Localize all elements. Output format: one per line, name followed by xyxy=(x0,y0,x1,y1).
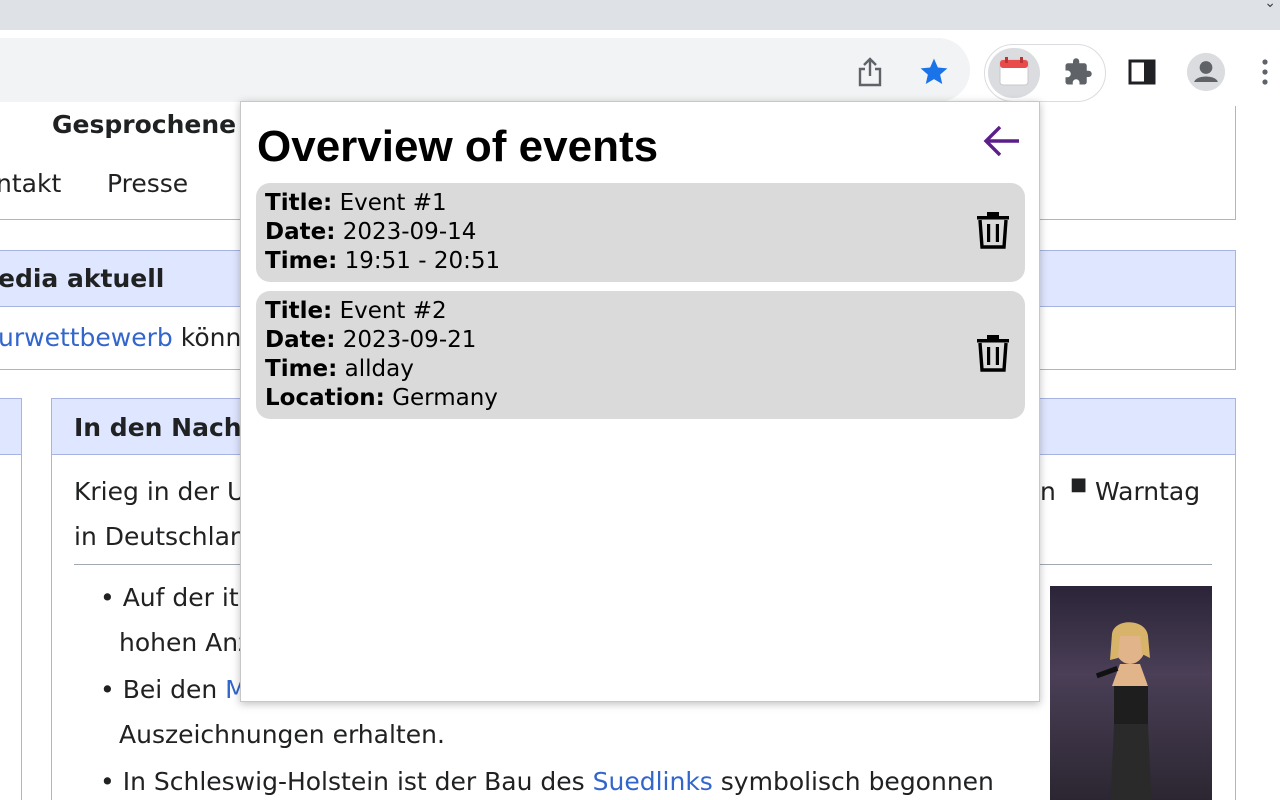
side-panel-icon[interactable] xyxy=(1122,52,1162,92)
aktuell-link[interactable]: urwettbewerb xyxy=(0,323,173,352)
presse-link[interactable]: Presse xyxy=(107,169,188,198)
aktuell-heading: edia aktuell xyxy=(0,264,165,293)
bullet-1-text: Auf der ita xyxy=(122,583,254,612)
event-time-row: Time: 19:51 - 20:51 xyxy=(265,247,1016,276)
event-date-row: Date: 2023-09-14 xyxy=(265,218,1016,247)
bullet-3-text: In Schleswig-Holstein ist der Bau des xyxy=(122,767,593,796)
title-label: Title: xyxy=(265,190,333,216)
kontakt-link[interactable]: ntakt xyxy=(0,169,61,198)
events-popup: Overview of events Title: Event #1 Date:… xyxy=(240,101,1040,702)
tab-search-icon[interactable]: ⌄ xyxy=(1264,0,1276,11)
arrow-left-icon xyxy=(983,124,1021,162)
event-title-row: Title: Event #2 xyxy=(265,297,1016,326)
date-label: Date: xyxy=(265,219,336,245)
news-heading: In den Nachr xyxy=(74,413,254,442)
popup-title: Overview of events xyxy=(257,122,659,171)
time-label: Time: xyxy=(265,356,338,382)
separator-square: ■ xyxy=(1070,474,1088,495)
time-label: Time: xyxy=(265,248,338,274)
more-vert-icon[interactable] xyxy=(1250,52,1280,92)
location-label: Location: xyxy=(265,385,385,411)
bullet-3-tail: symbolisch begonnen xyxy=(712,767,994,796)
event-title: Event #1 xyxy=(339,190,447,216)
address-bar[interactable] xyxy=(0,38,970,102)
share-icon[interactable] xyxy=(850,52,890,92)
gesprochene-link[interactable]: Gesprochene xyxy=(52,110,236,139)
news-link-krieg[interactable]: Krieg in der U xyxy=(74,477,245,506)
aktuell-text: urwettbewerb könne xyxy=(0,323,257,352)
bullet-2-text: Bei den xyxy=(122,675,226,704)
event-date-row: Date: 2023-09-21 xyxy=(265,326,1016,355)
news-photo[interactable] xyxy=(1050,586,1212,800)
back-button[interactable] xyxy=(979,122,1025,164)
title-label: Title: xyxy=(265,298,333,324)
event-date: 2023-09-14 xyxy=(342,219,477,245)
event-time: 19:51 - 20:51 xyxy=(344,248,501,274)
profile-icon[interactable] xyxy=(1186,52,1226,92)
calendar-icon[interactable] xyxy=(994,52,1034,92)
trash-icon xyxy=(976,334,1010,376)
event-card[interactable]: Title: Event #1 Date: 2023-09-14 Time: 1… xyxy=(256,183,1025,282)
news-link-warntag[interactable]: Warntag xyxy=(1095,477,1200,506)
bullet-3-link[interactable]: Suedlinks xyxy=(593,767,713,796)
star-icon[interactable] xyxy=(914,52,954,92)
date-label: Date: xyxy=(265,327,336,353)
trash-icon xyxy=(976,211,1010,253)
delete-event-button[interactable] xyxy=(973,212,1013,252)
event-card[interactable]: Title: Event #2 Date: 2023-09-21 Time: a… xyxy=(256,291,1025,419)
event-title: Event #2 xyxy=(339,298,447,324)
bullet-3: • In Schleswig-Holstein ist der Bau des … xyxy=(100,767,994,796)
event-title-row: Title: Event #1 xyxy=(265,189,1016,218)
event-time: allday xyxy=(344,356,414,382)
delete-event-button[interactable] xyxy=(973,335,1013,375)
bullet-2: • Bei den M xyxy=(100,675,247,704)
event-time-row: Time: allday xyxy=(265,355,1016,384)
bullet-1-cont: hohen Anz xyxy=(119,628,252,657)
bullet-1: • Auf der ita xyxy=(100,583,254,612)
puzzle-icon[interactable] xyxy=(1058,52,1098,92)
singer-figure xyxy=(1095,622,1152,800)
event-location-row: Location: Germany xyxy=(265,384,1016,413)
event-location: Germany xyxy=(392,385,498,411)
bullet-2-cont: Auszeichnungen erhalten. xyxy=(119,720,445,749)
news-link-deutschland[interactable]: in Deutschlan xyxy=(74,522,246,551)
news-link-end[interactable]: n xyxy=(1040,477,1056,506)
tab-strip: ⌄ xyxy=(0,0,1280,30)
browser-toolbar xyxy=(0,30,1280,106)
left-side-box xyxy=(0,398,22,800)
event-date: 2023-09-21 xyxy=(342,327,477,353)
